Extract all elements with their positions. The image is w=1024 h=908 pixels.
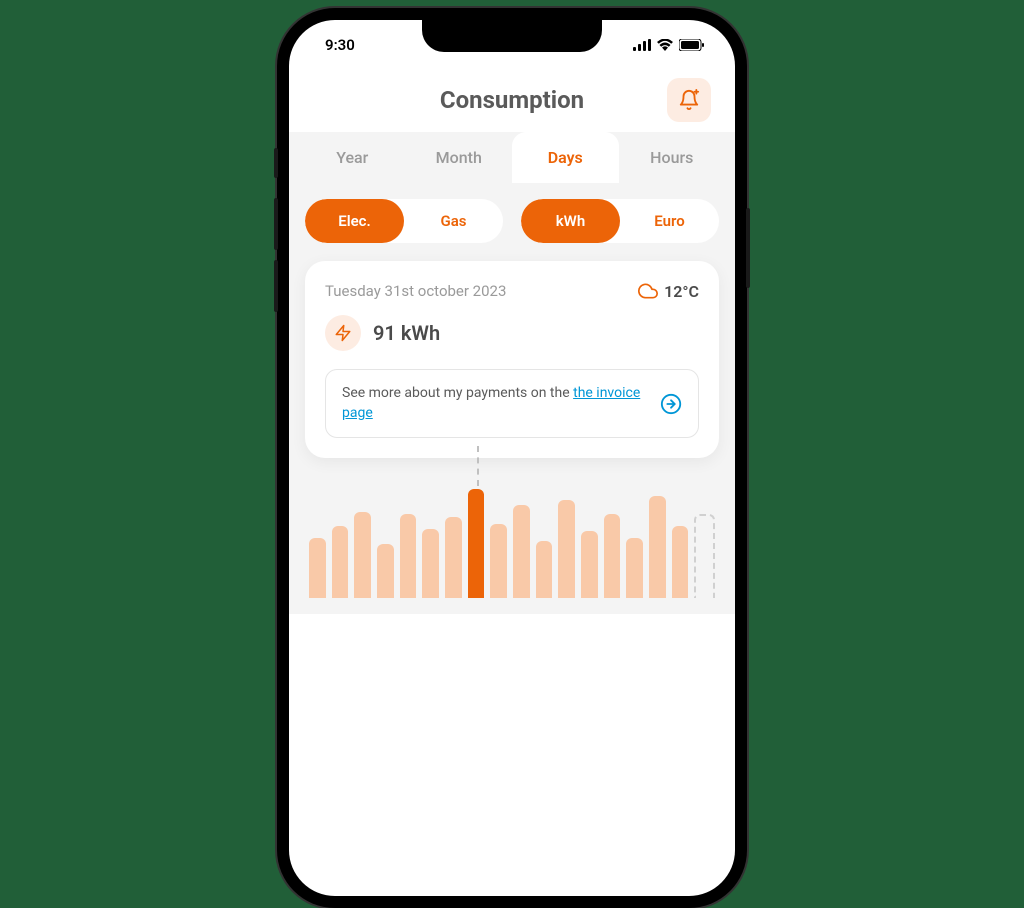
consumption-value: 91 kWh [373, 321, 440, 345]
chart-bar[interactable] [649, 496, 666, 598]
cloud-icon [638, 281, 658, 301]
unit-segment: kWh Euro [521, 199, 719, 243]
status-icons [633, 39, 705, 51]
temperature: 12°C [638, 281, 699, 301]
invoice-pre: See more about my payments on the [342, 385, 573, 401]
tab-hours[interactable]: Hours [619, 132, 726, 183]
tab-year[interactable]: Year [299, 132, 406, 183]
chart-bar[interactable] [377, 544, 394, 598]
chart-bar[interactable] [536, 541, 553, 599]
chart-bar[interactable] [422, 529, 439, 599]
tab-days[interactable]: Days [512, 132, 619, 183]
lightning-icon-wrap [325, 315, 361, 351]
summary-card: Tuesday 31st october 2023 12°C 91 kWh Se… [305, 261, 719, 458]
phone-screen: 9:30 Consumption Year Month Days Hours E… [289, 20, 735, 896]
invoice-callout[interactable]: See more about my payments on the the in… [325, 369, 699, 438]
chart-bar[interactable] [490, 524, 507, 598]
chart-bar[interactable] [694, 514, 715, 598]
arrow-circle-icon [660, 392, 682, 416]
chart-bar[interactable] [445, 517, 462, 599]
invoice-text: See more about my payments on the the in… [342, 384, 648, 423]
chart-bar[interactable] [558, 500, 575, 598]
chart-bar[interactable] [400, 514, 417, 598]
chart-bar[interactable] [672, 526, 689, 598]
chart-bar[interactable] [332, 526, 349, 598]
energy-segment: Elec. Gas [305, 199, 503, 243]
content-area: Elec. Gas kWh Euro Tuesday 31st october … [289, 183, 735, 614]
battery-icon [679, 39, 705, 51]
bell-plus-icon [678, 89, 700, 111]
volume-down-button [274, 260, 278, 312]
selection-indicator [477, 446, 479, 486]
chart-bar[interactable] [581, 531, 598, 598]
segment-kwh[interactable]: kWh [521, 199, 620, 243]
chart-bar[interactable] [604, 514, 621, 598]
phone-frame: 9:30 Consumption Year Month Days Hours E… [277, 8, 747, 908]
period-tabs: Year Month Days Hours [289, 132, 735, 183]
chart-bar[interactable] [309, 538, 326, 598]
power-button [746, 208, 750, 288]
chart-bar[interactable] [513, 505, 530, 599]
consumption-row: 91 kWh [325, 315, 699, 351]
header: Consumption [289, 62, 735, 132]
volume-up-button [274, 198, 278, 250]
selected-date: Tuesday 31st october 2023 [325, 282, 506, 300]
notch [422, 20, 602, 52]
wifi-icon [657, 39, 673, 51]
chart-bar[interactable] [468, 489, 485, 598]
segment-row: Elec. Gas kWh Euro [305, 199, 719, 243]
segment-elec[interactable]: Elec. [305, 199, 404, 243]
consumption-chart[interactable] [305, 458, 719, 598]
segment-gas[interactable]: Gas [404, 199, 503, 243]
temperature-value: 12°C [664, 282, 699, 301]
silent-switch [274, 148, 278, 178]
signal-icon [633, 39, 651, 51]
status-time: 9:30 [325, 36, 355, 54]
chart-bar[interactable] [354, 512, 371, 598]
notification-button[interactable] [667, 78, 711, 122]
tab-month[interactable]: Month [406, 132, 513, 183]
page-title: Consumption [440, 86, 584, 114]
segment-euro[interactable]: Euro [620, 199, 719, 243]
lightning-icon [334, 324, 352, 342]
card-header: Tuesday 31st october 2023 12°C [325, 281, 699, 301]
chart-bar[interactable] [626, 538, 643, 598]
